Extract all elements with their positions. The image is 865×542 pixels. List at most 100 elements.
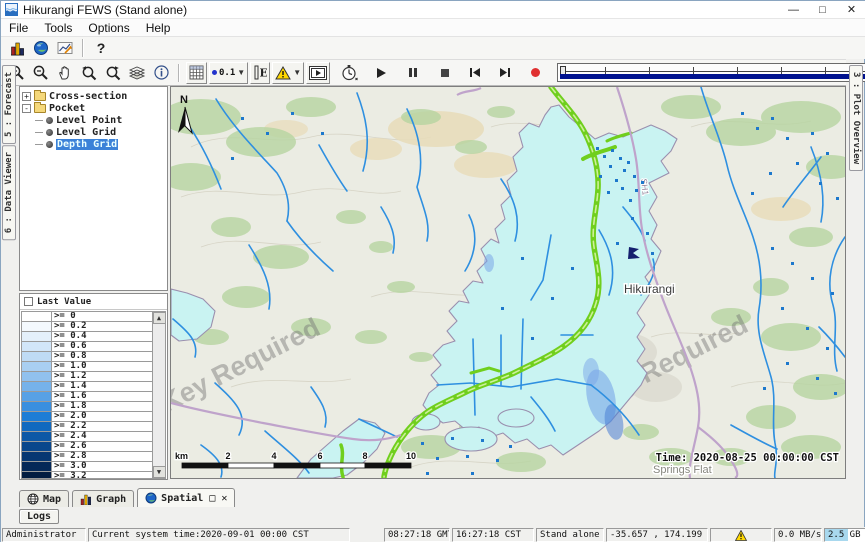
legend-threshold-label: >= 0 <box>52 312 78 321</box>
legend-threshold-label: >= 0.2 <box>52 322 89 331</box>
legend-threshold-label: >= 0.8 <box>52 352 89 361</box>
legend-threshold-label: >= 0.6 <box>52 342 89 351</box>
legend-color-swatch <box>22 312 52 321</box>
legend-threshold-label: >= 2.8 <box>52 452 89 461</box>
step-back-icon[interactable] <box>463 62 487 84</box>
legend-row: >= 2.6 <box>22 442 152 452</box>
stop-icon[interactable] <box>433 62 457 84</box>
status-gmt-time: 08:27:18 GMT <box>384 528 450 542</box>
status-local-time: 16:27:18 CST <box>452 528 534 542</box>
zoom-next-icon[interactable] <box>101 62 125 84</box>
tree-item-cross-section[interactable]: + Cross-section <box>22 90 165 102</box>
data-display-icon[interactable] <box>5 37 29 59</box>
tree-item-level-point[interactable]: Level Point <box>22 114 165 126</box>
legend-color-swatch <box>22 372 52 381</box>
animation-icon[interactable] <box>306 62 330 84</box>
legend-threshold-label: >= 3.0 <box>52 462 89 471</box>
legend-threshold-label: >= 1.4 <box>52 382 89 391</box>
legend-color-swatch <box>22 462 52 471</box>
legend-row: >= 2.8 <box>22 452 152 462</box>
run-to-time-icon[interactable] <box>337 62 361 84</box>
legend-color-swatch <box>22 392 52 401</box>
chevron-down-icon: ▼ <box>237 68 245 77</box>
town-label: Hikurangi <box>624 282 675 296</box>
tab-plot-overview[interactable]: 3 : Plot Overview <box>849 65 863 171</box>
legend-color-swatch <box>22 422 52 431</box>
toolbar-separator <box>82 39 84 57</box>
panel-maximize-button[interactable]: □ <box>209 493 215 504</box>
expand-icon[interactable]: + <box>22 92 31 101</box>
menu-options[interactable]: Options <box>80 21 137 35</box>
maximize-button[interactable]: □ <box>808 1 837 18</box>
collapse-icon[interactable]: - <box>22 104 31 113</box>
legend-toggle[interactable]: E <box>250 62 270 84</box>
map-canvas[interactable]: API Key Required API Key Required <box>170 86 846 479</box>
step-forward-icon[interactable] <box>493 62 517 84</box>
tab-spatial[interactable]: Spatial □ ✕ <box>137 488 235 507</box>
tab-data-viewer[interactable]: 6 : Data Viewer <box>2 145 16 240</box>
time-slider-track <box>562 71 865 72</box>
tree-item-depth-grid[interactable]: Depth Grid <box>22 138 165 150</box>
legend-row: >= 0.6 <box>22 342 152 352</box>
zoom-out-icon[interactable] <box>29 62 53 84</box>
wireframe-globe-icon <box>27 493 39 505</box>
info-icon[interactable] <box>149 62 173 84</box>
legend-threshold-label: >= 1.2 <box>52 372 89 381</box>
map-time-label: Time: 2020-08-25 00:00:00 CST <box>656 452 839 464</box>
pause-icon[interactable] <box>401 62 425 84</box>
menu-file[interactable]: File <box>1 21 36 35</box>
grid-icon[interactable] <box>186 62 207 84</box>
legend-color-swatch <box>22 332 52 341</box>
globe-icon <box>145 492 157 504</box>
map-toolbar: 0.1 ▼ E ▼ 2020-08-25 00:00:00 CST <box>1 59 846 86</box>
svg-text:km: km <box>175 451 188 461</box>
time-slider[interactable] <box>557 63 865 82</box>
legend-row: >= 1.4 <box>22 382 152 392</box>
last-value-checkbox[interactable] <box>24 297 33 306</box>
legend-threshold-label: >= 2.0 <box>52 412 89 421</box>
legend-color-swatch <box>22 442 52 451</box>
tab-map[interactable]: Map <box>19 490 69 507</box>
tab-graph[interactable]: Graph <box>72 490 134 507</box>
scroll-up-icon[interactable]: ▲ <box>153 312 166 324</box>
panel-close-button[interactable]: ✕ <box>221 493 227 504</box>
status-warning-cell[interactable] <box>710 528 772 542</box>
record-icon[interactable] <box>523 62 547 84</box>
node-bullet-icon <box>46 117 53 124</box>
legend-color-swatch <box>22 352 52 361</box>
logs-button[interactable]: Logs <box>19 509 59 524</box>
tab-forecast[interactable]: 5 : Forecast <box>2 65 16 144</box>
layers-icon[interactable] <box>125 62 149 84</box>
close-button[interactable]: ✕ <box>837 1 865 18</box>
tree-item-level-grid[interactable]: Level Grid <box>22 126 165 138</box>
pan-icon[interactable] <box>53 62 77 84</box>
play-icon[interactable] <box>369 62 393 84</box>
zoom-previous-icon[interactable] <box>77 62 101 84</box>
warning-dropdown[interactable]: ▼ <box>272 62 304 84</box>
folder-icon <box>34 92 46 101</box>
tree-item-pocket[interactable]: - Pocket <box>22 102 165 114</box>
legend-scrollbar[interactable]: ▲ ▼ <box>152 312 165 478</box>
folder-icon <box>34 104 46 113</box>
svg-text:10: 10 <box>406 451 416 461</box>
legend-panel: Last Value >= 0 >= 0.2 >= 0.4 <box>19 293 168 480</box>
minimize-button[interactable]: — <box>779 1 808 18</box>
status-download-speed: 0.0 MB/s <box>774 528 822 542</box>
scroll-down-icon[interactable]: ▼ <box>153 466 166 478</box>
menu-help[interactable]: Help <box>138 21 179 35</box>
timeseries-icon[interactable] <box>53 37 77 59</box>
legend-threshold-label: >= 1.0 <box>52 362 89 371</box>
legend-color-swatch <box>22 472 52 478</box>
svg-text:E: E <box>259 67 267 80</box>
svg-text:8: 8 <box>362 451 367 461</box>
menu-tools[interactable]: Tools <box>36 21 80 35</box>
node-bullet-icon <box>46 141 53 148</box>
legend-color-swatch <box>22 382 52 391</box>
main-toolbar: ? <box>1 37 865 59</box>
threshold-dropdown[interactable]: 0.1 ▼ <box>209 62 248 84</box>
map-display-icon[interactable] <box>29 37 53 59</box>
svg-text:2: 2 <box>225 451 230 461</box>
legend-row: >= 2.0 <box>22 412 152 422</box>
help-icon[interactable]: ? <box>89 37 113 59</box>
svg-text:N: N <box>180 94 188 106</box>
